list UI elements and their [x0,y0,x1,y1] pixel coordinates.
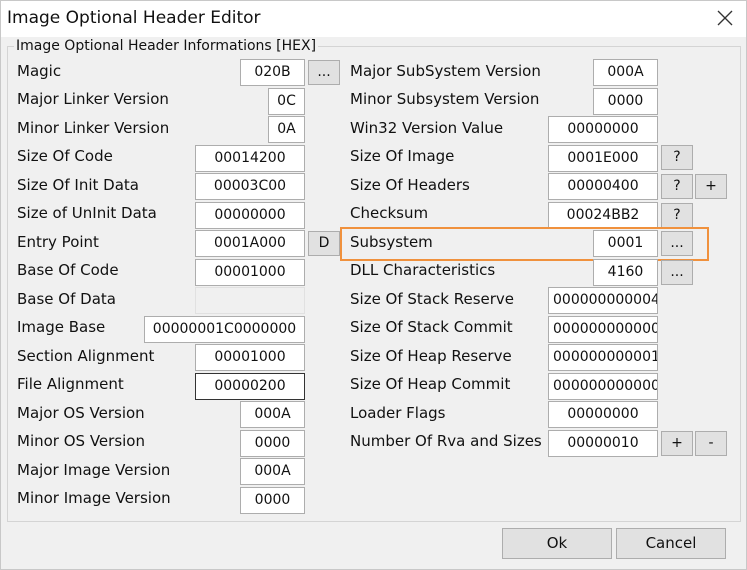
magic-label: Magic [17,62,62,80]
size-of-uninit-data-label: Size of UnInit Data [17,204,157,222]
size-of-headers-field[interactable]: 00000400 [548,173,658,200]
title-bar: Image Optional Header Editor [1,1,746,37]
major-os-version-field[interactable]: 000A [240,401,305,428]
major-linker-version-field[interactable]: 0C [268,88,305,115]
size-of-image-label: Size Of Image [350,147,455,165]
window-title: Image Optional Header Editor [7,8,261,28]
minor-image-version-field[interactable]: 0000 [240,487,305,514]
rva-add-button[interactable]: + [661,431,693,456]
size-of-heap-reserve-field[interactable]: 0000000000010 [548,344,658,371]
size-of-stack-commit-label: Size Of Stack Commit [350,318,513,336]
major-subsystem-version-field[interactable]: 000A [593,59,658,86]
number-of-rva-and-sizes-field[interactable]: 00000010 [548,430,658,457]
major-os-version-label: Major OS Version [17,404,145,422]
rva-remove-button[interactable]: - [695,431,727,456]
base-of-data-field [195,287,305,314]
cancel-button[interactable]: Cancel [616,528,726,559]
dll-characteristics-field[interactable]: 4160 [593,259,658,286]
checksum-field[interactable]: 00024BB2 [548,202,658,229]
number-of-rva-and-sizes-label: Number Of Rva and Sizes [350,432,542,450]
image-base-field[interactable]: 00000001C0000000 [144,316,305,343]
magic-ellipsis-button[interactable]: ... [308,60,340,85]
minor-image-version-label: Minor Image Version [17,489,171,507]
dll-characteristics-label: DLL Characteristics [350,261,496,279]
subsystem-highlight [340,227,709,261]
file-alignment-field[interactable]: 00000200 [195,373,305,400]
major-image-version-field[interactable]: 000A [240,458,305,485]
base-of-data-label: Base Of Data [17,290,116,308]
minor-os-version-field[interactable]: 0000 [240,430,305,457]
size-of-headers-label: Size Of Headers [350,176,470,194]
loader-flags-label: Loader Flags [350,404,446,422]
size-of-code-field[interactable]: 00014200 [195,145,305,172]
size-of-stack-reserve-field[interactable]: 0000000000040 [548,287,658,314]
size-of-init-data-field[interactable]: 00003C00 [195,173,305,200]
size-of-heap-commit-label: Size Of Heap Commit [350,375,511,393]
minor-linker-version-label: Minor Linker Version [17,119,170,137]
size-of-image-help-button[interactable]: ? [661,145,693,170]
group-label: Image Optional Header Informations [HEX] [14,38,319,54]
size-of-stack-commit-field[interactable]: 0000000000000 [548,316,658,343]
entry-point-label: Entry Point [17,233,99,251]
size-of-heap-commit-field[interactable]: 0000000000000 [548,373,658,400]
base-of-code-label: Base Of Code [17,261,119,279]
size-of-headers-add-button[interactable]: + [695,174,727,199]
section-alignment-label: Section Alignment [17,347,155,365]
major-subsystem-version-label: Major SubSystem Version [350,62,541,80]
size-of-heap-reserve-label: Size Of Heap Reserve [350,347,512,365]
minor-subsystem-version-field[interactable]: 0000 [593,88,658,115]
size-of-uninit-data-field[interactable]: 00000000 [195,202,305,229]
dll-characteristics-ellipsis-button[interactable]: ... [661,260,693,285]
minor-os-version-label: Minor OS Version [17,432,145,450]
loader-flags-field[interactable]: 00000000 [548,401,658,428]
magic-field[interactable]: 020B [240,59,305,86]
image-base-label: Image Base [17,318,106,336]
checksum-help-button[interactable]: ? [661,203,693,228]
size-of-init-data-label: Size Of Init Data [17,176,139,194]
win32-version-value-field[interactable]: 00000000 [548,116,658,143]
section-alignment-field[interactable]: 00001000 [195,344,305,371]
close-icon[interactable] [714,7,736,29]
size-of-code-label: Size Of Code [17,147,113,165]
major-linker-version-label: Major Linker Version [17,90,169,108]
ok-button[interactable]: Ok [502,528,612,559]
major-image-version-label: Major Image Version [17,461,171,479]
minor-subsystem-version-label: Minor Subsystem Version [350,90,540,108]
minor-linker-version-field[interactable]: 0A [268,116,305,143]
file-alignment-label: File Alignment [17,375,124,393]
entry-point-field[interactable]: 0001A000 [195,230,305,257]
size-of-image-field[interactable]: 0001E000 [548,145,658,172]
win32-version-value-label: Win32 Version Value [350,119,504,137]
size-of-headers-help-button[interactable]: ? [661,174,693,199]
size-of-stack-reserve-label: Size Of Stack Reserve [350,290,515,308]
disassemble-button[interactable]: D [308,231,340,256]
base-of-code-field[interactable]: 00001000 [195,259,305,286]
checksum-label: Checksum [350,204,429,222]
